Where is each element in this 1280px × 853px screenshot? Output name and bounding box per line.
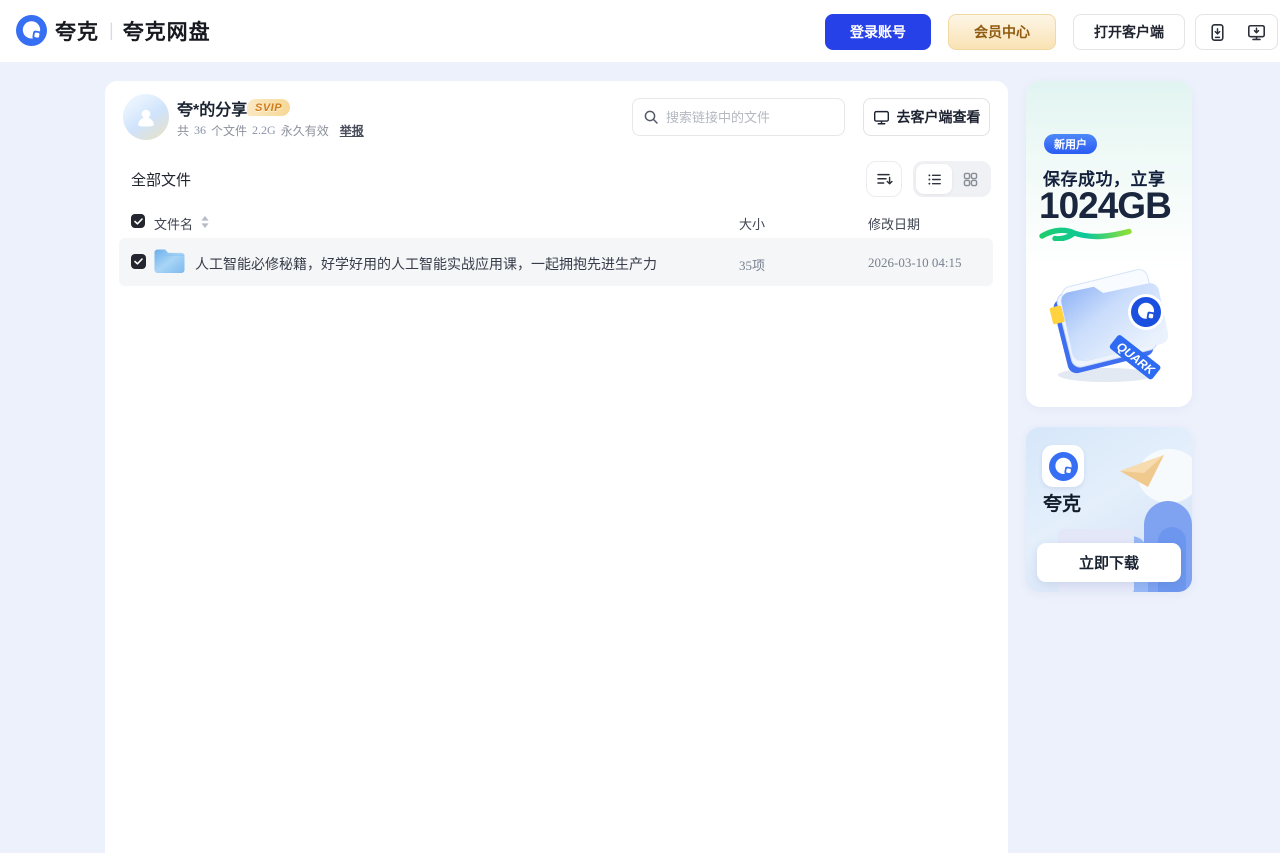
quark-logo-icon <box>16 15 47 46</box>
brand-product-name: 夸克网盘 <box>123 16 211 46</box>
sort-icon <box>875 170 893 188</box>
list-view-toggle[interactable] <box>916 164 952 194</box>
mobile-download-icon[interactable] <box>1208 23 1227 42</box>
column-header-size[interactable]: 大小 <box>739 214 765 233</box>
column-header-name[interactable]: 文件名 <box>154 214 193 233</box>
section-title-all-files: 全部文件 <box>131 169 191 190</box>
login-button[interactable]: 登录账号 <box>825 14 931 50</box>
promo-download-card[interactable]: 夸克 立即下载 <box>1026 427 1192 592</box>
column-header-modified[interactable]: 修改日期 <box>868 214 920 233</box>
promo-1024gb-text: 1024GB <box>1039 185 1171 227</box>
open-client-button[interactable]: 打开客户端 <box>1073 14 1185 50</box>
check-icon <box>134 258 143 265</box>
total-size: 2.2G <box>252 123 276 138</box>
share-content-panel: 夸*的分享 SVIP 共 36 个文件 2.2G 永久有效 举报 去客户端查看 … <box>105 81 1008 853</box>
check-icon <box>134 218 143 225</box>
column-sort-arrows-icon[interactable] <box>201 216 209 228</box>
view-toggle <box>913 161 991 197</box>
brand-logo[interactable]: 夸克 | 夸克网盘 <box>16 15 211 46</box>
brand-app-name: 夸克 <box>55 16 99 46</box>
folder-icon <box>153 247 185 276</box>
quark-app-icon <box>1042 445 1084 487</box>
promo-app-name: 夸克 <box>1043 489 1081 516</box>
file-row[interactable]: 人工智能必修秘籍，好学好用的人工智能实战应用课，一起拥抱先进生产力 35项 20… <box>119 238 993 286</box>
folder-3d-illustration: QUARK <box>1036 249 1182 389</box>
brand-divider: | <box>109 20 114 41</box>
avatar <box>123 94 169 140</box>
svip-badge: SVIP <box>247 99 290 116</box>
share-meta: 共 36 个文件 2.2G 永久有效 举报 <box>177 122 364 139</box>
view-in-client-button[interactable]: 去客户端查看 <box>863 98 990 136</box>
search-icon <box>643 109 659 125</box>
file-name[interactable]: 人工智能必修秘籍，好学好用的人工智能实战应用课，一起拥抱先进生产力 <box>195 254 657 274</box>
vip-center-button[interactable]: 会员中心 <box>948 14 1056 50</box>
promo-new-user-card[interactable]: 新用户 保存成功，立享 1024GB <box>1026 81 1192 407</box>
download-apps-button-group[interactable] <box>1195 14 1278 50</box>
sort-button[interactable] <box>866 161 902 197</box>
green-swoosh-underline <box>1038 227 1134 241</box>
file-count: 36 <box>194 123 206 138</box>
search-input[interactable] <box>666 110 816 125</box>
download-now-button[interactable]: 立即下载 <box>1037 543 1181 582</box>
file-modified-date: 2026-03-10 04:15 <box>868 255 962 271</box>
grid-view-icon <box>962 171 979 188</box>
row-checkbox[interactable] <box>131 254 146 269</box>
person-icon <box>134 105 158 129</box>
search-box[interactable] <box>632 98 845 136</box>
quark-logo-icon <box>1049 452 1078 481</box>
monitor-icon <box>873 109 890 126</box>
select-all-checkbox[interactable] <box>131 214 145 228</box>
desktop-download-icon[interactable] <box>1247 23 1266 42</box>
report-link[interactable]: 举报 <box>340 122 364 139</box>
grid-view-toggle[interactable] <box>952 164 988 194</box>
new-user-badge: 新用户 <box>1044 134 1097 154</box>
list-view-icon <box>926 171 943 188</box>
share-title: 夸*的分享 <box>177 96 247 120</box>
top-navbar: 夸克 | 夸克网盘 登录账号 会员中心 打开客户端 <box>0 0 1280 62</box>
file-size: 35项 <box>739 255 765 274</box>
